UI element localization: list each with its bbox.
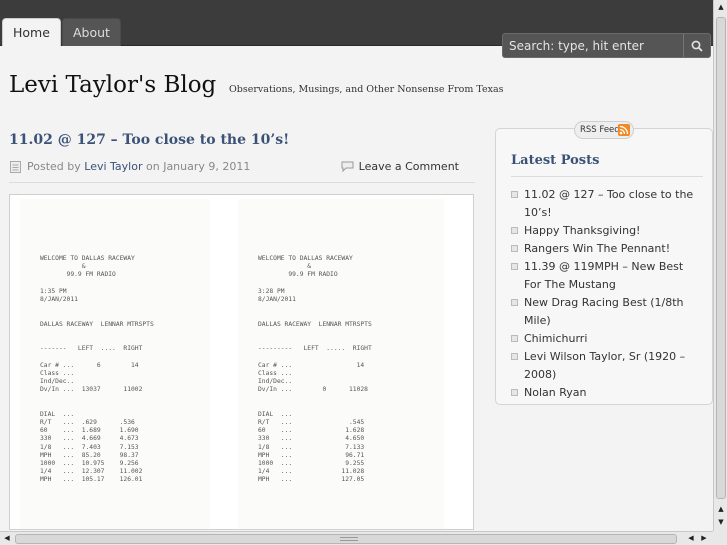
scroll-right-arrow-icon[interactable]: ▶: [698, 532, 710, 544]
posted-by-label: Posted by: [27, 160, 81, 173]
search-button[interactable]: [683, 34, 710, 57]
rss-feed-button[interactable]: RSS Feed: [574, 121, 634, 139]
latest-post-link[interactable]: Nolan Ryan: [524, 386, 587, 399]
post-byline: Posted by Levi Taylor on January 9, 2011: [27, 160, 250, 173]
latest-posts-list: 11.02 @ 127 – Too close to the 10’s! Hap…: [511, 186, 701, 402]
post-image-timeslips[interactable]: WELCOME TO DALLAS RACEWAY & 99.9 FM RADI…: [9, 194, 474, 530]
site-title[interactable]: Levi Taylor's Blog: [9, 72, 216, 98]
latest-post-link[interactable]: Levi Wilson Taylor, Sr (1920 – 2008): [524, 350, 685, 381]
latest-post-item[interactable]: Chimichurri: [511, 330, 701, 348]
scroll-up-arrow-icon[interactable]: ▲: [715, 503, 727, 515]
leave-comment-link[interactable]: Leave a Comment: [341, 160, 459, 173]
bullet-icon: [511, 191, 518, 198]
search-box: [502, 33, 711, 58]
rss-feed-label: RSS Feed: [580, 125, 620, 135]
scroll-left-arrow-icon[interactable]: ◀: [685, 532, 697, 544]
bullet-icon: [511, 335, 518, 342]
vertical-scrollbar[interactable]: ▲ ▲ ▼: [713, 0, 727, 531]
nav-tab-home[interactable]: Home: [2, 18, 61, 46]
timeslip-receipt-left: WELCOME TO DALLAS RACEWAY & 99.9 FM RADI…: [20, 199, 210, 529]
author-link[interactable]: Levi Taylor: [84, 160, 142, 173]
divider: [511, 176, 703, 177]
top-navigation-bar: Home About: [0, 0, 713, 58]
scrollbar-corner: [713, 531, 727, 545]
document-icon: [10, 161, 21, 173]
latest-post-link[interactable]: New Drag Racing Best (1/8th Mile): [524, 296, 684, 327]
latest-post-item[interactable]: 11.02 @ 127 – Too close to the 10’s!: [511, 186, 701, 222]
latest-post-item[interactable]: Nolan Ryan: [511, 384, 701, 402]
latest-post-item[interactable]: Rangers Win The Pennant!: [511, 240, 701, 258]
latest-post-link[interactable]: 11.39 @ 119MPH – New Best For The Mustan…: [524, 260, 683, 291]
post-date: on January 9, 2011: [146, 160, 251, 173]
comment-icon: [341, 161, 354, 172]
magnifier-icon: [691, 40, 703, 52]
latest-post-link[interactable]: Rangers Win The Pennant!: [524, 242, 670, 255]
post-title[interactable]: 11.02 @ 127 – Too close to the 10’s!: [9, 132, 289, 148]
latest-post-item[interactable]: 11.39 @ 119MPH – New Best For The Mustan…: [511, 258, 701, 294]
search-input[interactable]: [503, 34, 685, 57]
latest-post-item[interactable]: Levi Wilson Taylor, Sr (1920 – 2008): [511, 348, 701, 384]
post-meta: Posted by Levi Taylor on January 9, 2011…: [9, 159, 475, 179]
latest-posts-heading: Latest Posts: [511, 153, 600, 168]
grip-icon: [340, 537, 358, 541]
bullet-icon: [511, 227, 518, 234]
timeslip-receipt-right: WELCOME TO DALLAS RACEWAY & 99.9 FM RADI…: [238, 199, 444, 529]
leave-comment-label: Leave a Comment: [358, 160, 459, 173]
scroll-up-arrow-icon[interactable]: ▲: [715, 1, 727, 13]
latest-post-item[interactable]: New Drag Racing Best (1/8th Mile): [511, 294, 701, 330]
site-tagline: Observations, Musings, and Other Nonsens…: [229, 84, 504, 95]
latest-post-link[interactable]: Happy Thanksgiving!: [524, 224, 640, 237]
bullet-icon: [511, 245, 518, 252]
divider: [9, 182, 475, 183]
bullet-icon: [511, 389, 518, 396]
horizontal-scroll-thumb[interactable]: [15, 534, 677, 544]
horizontal-scrollbar[interactable]: ◀ ◀ ▶: [0, 531, 713, 545]
scroll-left-arrow-icon[interactable]: ◀: [1, 532, 13, 544]
vertical-scroll-thumb[interactable]: [716, 17, 726, 499]
rss-icon: [618, 124, 630, 136]
latest-post-link[interactable]: 11.02 @ 127 – Too close to the 10’s!: [524, 188, 693, 219]
latest-post-item[interactable]: Happy Thanksgiving!: [511, 222, 701, 240]
latest-post-link[interactable]: Chimichurri: [524, 332, 587, 345]
bullet-icon: [511, 353, 518, 360]
nav-tab-about[interactable]: About: [62, 18, 121, 46]
bullet-icon: [511, 299, 518, 306]
scroll-down-arrow-icon[interactable]: ▼: [715, 516, 727, 528]
bullet-icon: [511, 263, 518, 270]
